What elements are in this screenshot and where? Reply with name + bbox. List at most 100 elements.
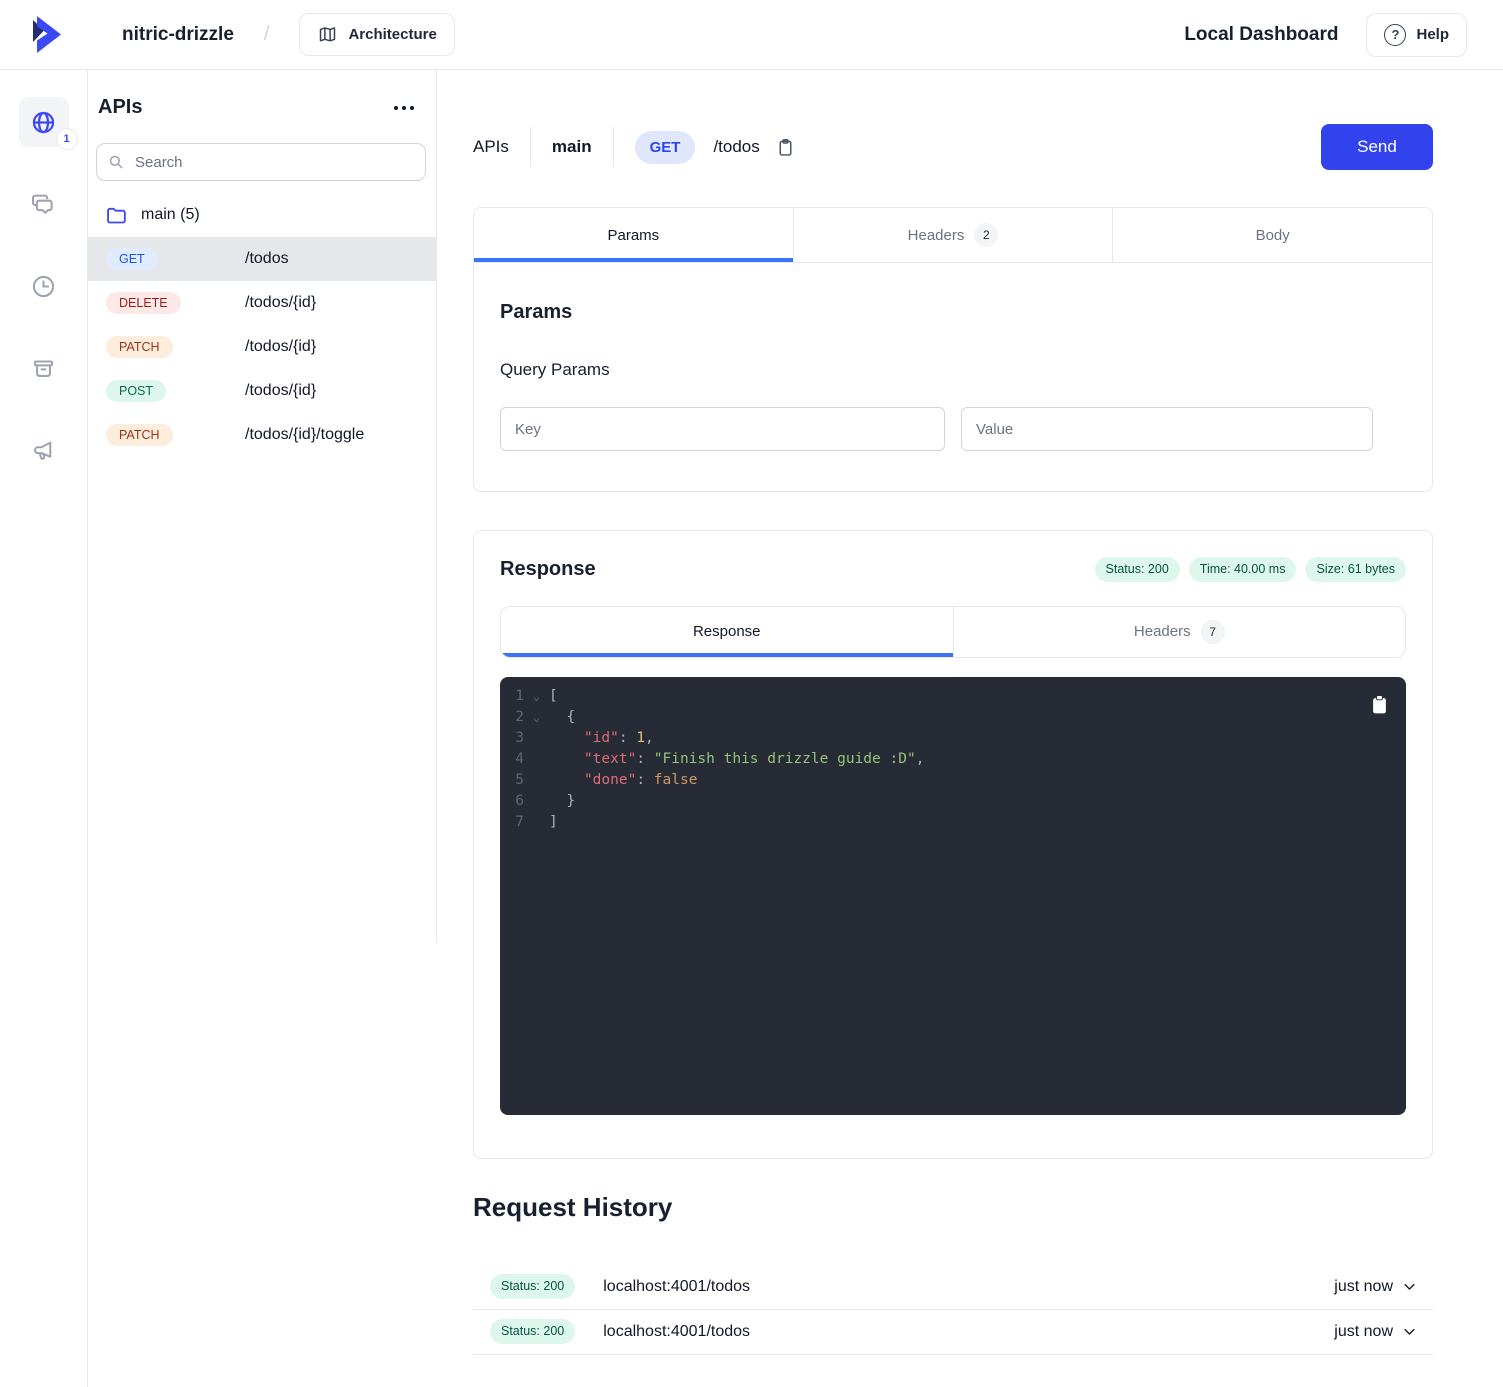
endpoint-row[interactable]: PATCH /todos/{id}/toggle	[88, 413, 436, 457]
api-sidebar: APIs main (5) GET /todos	[88, 70, 437, 943]
nav-item-schedules[interactable]	[19, 261, 69, 311]
nav-item-topics[interactable]	[19, 425, 69, 475]
method-badge: PATCH	[106, 424, 173, 447]
tab-headers[interactable]: Headers 2	[793, 208, 1113, 262]
clipboard-icon	[1371, 695, 1388, 714]
request-tab-bar: Params Headers 2 Body	[474, 208, 1432, 263]
code-line: 5 "done": false	[500, 770, 1406, 791]
line-number: 1	[512, 686, 524, 707]
question-icon: ?	[1384, 24, 1406, 46]
nav-item-apis[interactable]: 1	[19, 97, 69, 147]
history-status-badge: Status: 200	[490, 1319, 575, 1344]
nav-item-storage[interactable]	[19, 343, 69, 393]
endpoint-row[interactable]: DELETE /todos/{id}	[88, 281, 436, 325]
tab-response-headers[interactable]: Headers 7	[953, 607, 1406, 657]
nitric-logo[interactable]	[20, 11, 68, 59]
api-count-badge: 1	[56, 128, 78, 150]
copy-response-button[interactable]	[1369, 693, 1390, 719]
gutter-spacer	[524, 728, 549, 749]
gutter-spacer	[524, 770, 549, 791]
breadcrumb-api-name[interactable]: main	[552, 137, 592, 157]
chevron-down-icon[interactable]	[1402, 1279, 1417, 1294]
tab-params[interactable]: Params	[474, 208, 793, 262]
code-line: 2⌄ {	[500, 707, 1406, 728]
api-group-label: main (5)	[141, 206, 200, 224]
request-bar: APIs main GET /todos Send	[473, 124, 1433, 170]
tab-response[interactable]: Response	[501, 607, 953, 657]
folder-icon	[105, 204, 128, 227]
history-time: just now	[1334, 1323, 1393, 1341]
ellipsis-menu-icon[interactable]	[392, 100, 416, 116]
architecture-button[interactable]: Architecture	[299, 13, 454, 56]
history-url: localhost:4001/todos	[603, 1278, 750, 1296]
search-input[interactable]	[96, 143, 426, 181]
response-card: Response Status: 200 Time: 40.00 ms Size…	[473, 530, 1433, 1159]
endpoint-path: /todos/{id}	[245, 382, 316, 400]
globe-icon	[30, 109, 57, 136]
code-text: [	[549, 686, 558, 707]
query-params-subheading: Query Params	[500, 360, 1406, 380]
line-number: 6	[512, 791, 524, 812]
endpoint-row[interactable]: POST /todos/{id}	[88, 369, 436, 413]
nav-item-websockets[interactable]	[19, 179, 69, 229]
clipboard-icon	[775, 137, 796, 158]
send-button[interactable]: Send	[1321, 124, 1433, 170]
endpoint-row[interactable]: PATCH /todos/{id}	[88, 325, 436, 369]
top-bar: nitric-drizzle / Architecture Local Dash…	[0, 0, 1503, 70]
code-text: }	[549, 791, 575, 812]
project-name: nitric-drizzle	[122, 24, 234, 46]
method-badge: GET	[106, 248, 158, 271]
code-line: 7]	[500, 812, 1406, 833]
history-row[interactable]: Status: 200 localhost:4001/todos just no…	[473, 1265, 1433, 1310]
method-badge: DELETE	[106, 292, 181, 315]
param-key-input[interactable]	[500, 407, 945, 451]
size-badge: Size: 61 bytes	[1305, 557, 1406, 582]
fold-icon[interactable]: ⌄	[524, 707, 549, 728]
endpoint-path: /todos/{id}/toggle	[245, 426, 364, 444]
code-text: ]	[549, 812, 558, 833]
map-icon	[317, 24, 338, 45]
params-heading: Params	[500, 301, 1406, 324]
architecture-label: Architecture	[348, 26, 436, 43]
breadcrumb-section: APIs	[473, 137, 509, 157]
api-group-main[interactable]: main (5)	[88, 200, 436, 230]
headers-count-badge: 2	[974, 223, 998, 247]
line-number: 7	[512, 812, 524, 833]
chat-icon	[30, 191, 57, 218]
param-value-input[interactable]	[961, 407, 1373, 451]
endpoint-path: /todos/{id}	[245, 294, 316, 312]
clock-icon	[30, 273, 57, 300]
response-code-editor[interactable]: 1⌄[2⌄ {3 "id": 1,4 "text": "Finish this …	[500, 677, 1406, 1115]
method-badge: PATCH	[106, 336, 173, 359]
response-tab-bar: Response Headers 7	[500, 606, 1406, 658]
line-number: 4	[512, 749, 524, 770]
chevron-down-icon[interactable]	[1402, 1324, 1417, 1339]
history-status-badge: Status: 200	[490, 1274, 575, 1299]
code-text: "done": false	[549, 770, 697, 791]
method-badge: POST	[106, 380, 166, 403]
request-card: Params Headers 2 Body Params Query Param…	[473, 207, 1433, 492]
page-title: Local Dashboard	[1184, 24, 1338, 46]
endpoint-path: /todos/{id}	[245, 338, 316, 356]
breadcrumb-separator: /	[264, 23, 270, 46]
gutter-spacer	[524, 812, 549, 833]
history-url: localhost:4001/todos	[603, 1323, 750, 1341]
sidebar-title: APIs	[98, 96, 142, 119]
help-button[interactable]: ? Help	[1366, 13, 1467, 57]
endpoint-path: /todos	[245, 250, 289, 268]
history-row[interactable]: Status: 200 localhost:4001/todos just no…	[473, 1310, 1433, 1355]
nav-rail: 1	[0, 70, 88, 1387]
code-line: 3 "id": 1,	[500, 728, 1406, 749]
main-content: APIs main GET /todos Send Para	[437, 70, 1503, 1387]
tab-body[interactable]: Body	[1112, 208, 1432, 262]
gutter-spacer	[524, 791, 549, 812]
code-line: 1⌄[	[500, 686, 1406, 707]
endpoint-list: GET /todos DELETE /todos/{id} PATCH /tod…	[88, 237, 436, 457]
copy-path-button[interactable]	[773, 135, 798, 160]
search-icon	[107, 153, 125, 171]
archive-icon	[30, 355, 57, 382]
request-method-pill: GET	[635, 131, 696, 164]
fold-icon[interactable]: ⌄	[524, 686, 549, 707]
endpoint-row[interactable]: GET /todos	[88, 237, 436, 281]
request-history-heading: Request History	[473, 1192, 1433, 1223]
